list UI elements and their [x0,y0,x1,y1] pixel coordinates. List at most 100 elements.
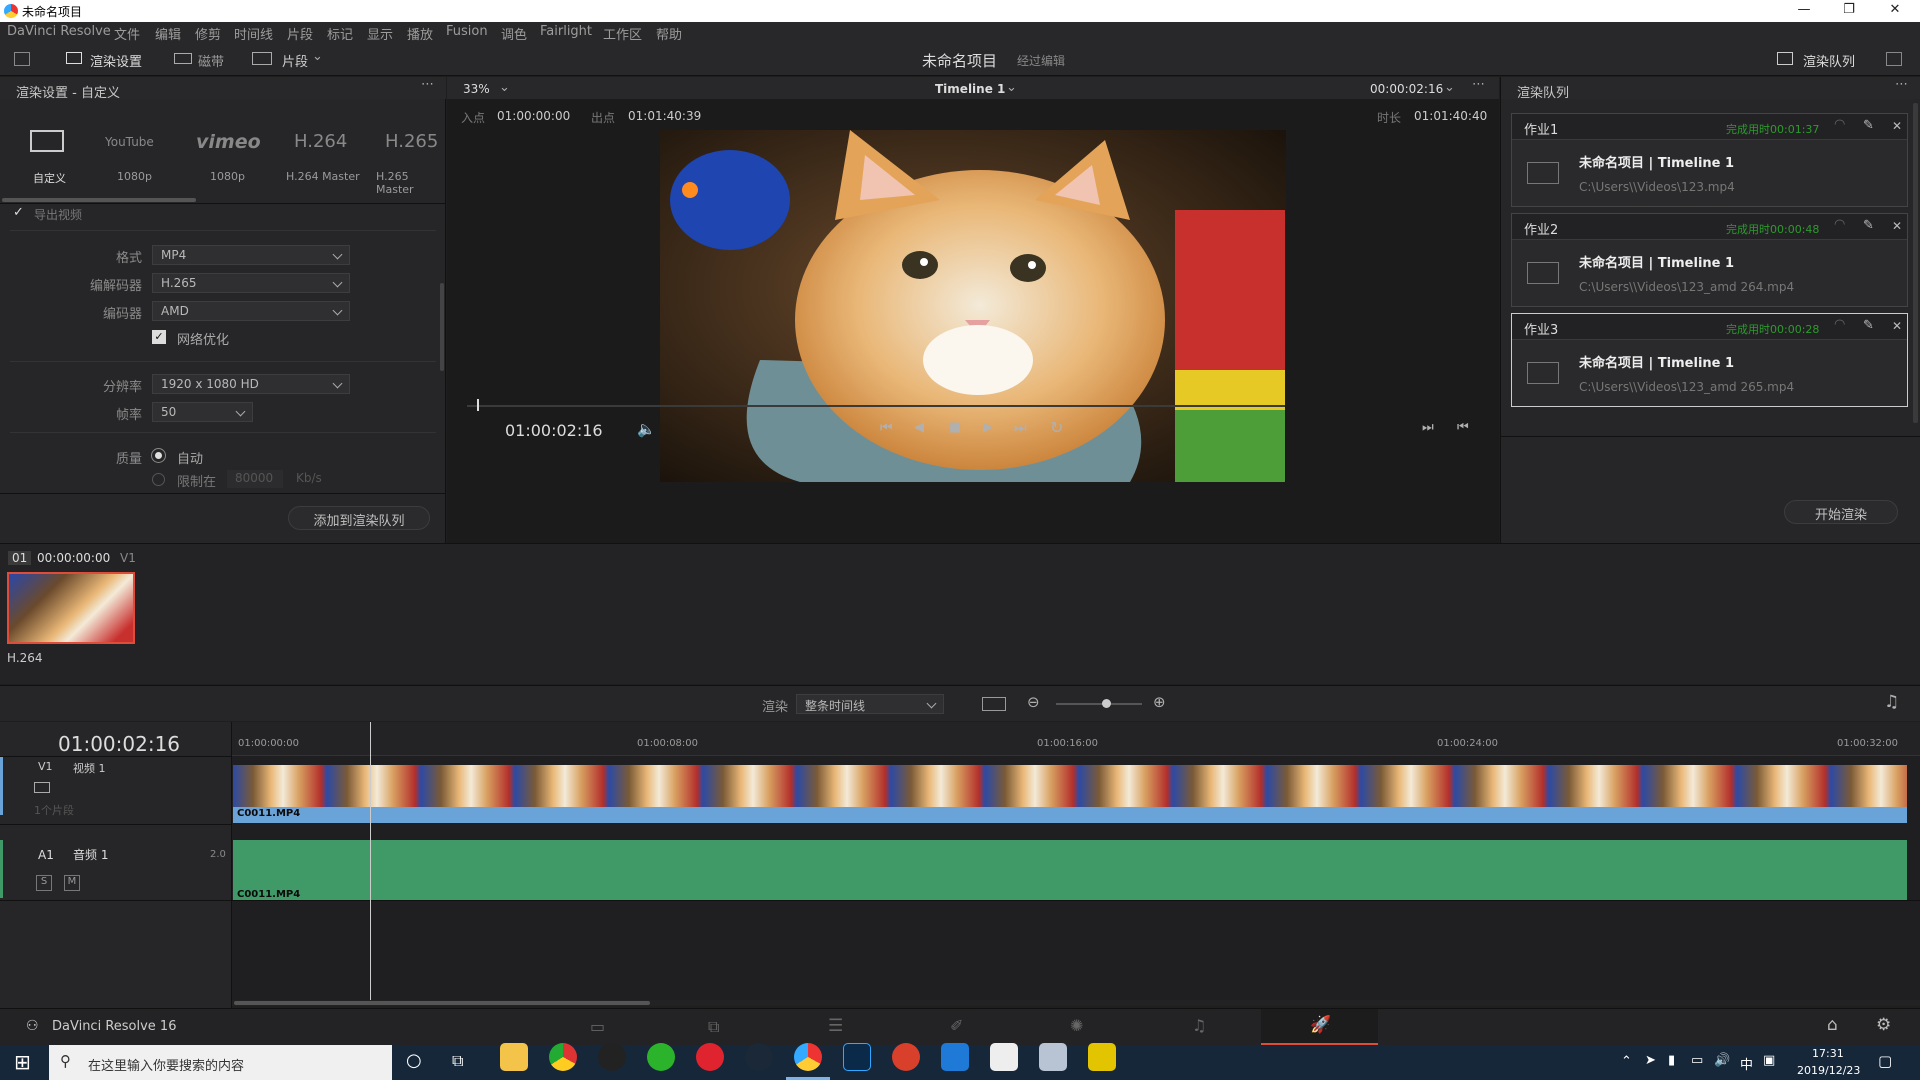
clip-thumbnail[interactable] [7,572,135,644]
tray-send-icon[interactable]: ➤ [1645,1053,1656,1068]
solo-button[interactable]: S [36,875,52,891]
home-icon[interactable]: ⌂ [1827,1015,1838,1035]
viewer-playhead[interactable] [476,399,479,411]
settings-gear-icon[interactable]: ⚙ [1876,1015,1891,1035]
tray-network-icon[interactable]: ▭ [1691,1053,1703,1068]
cortana-icon[interactable]: ○ [406,1050,422,1071]
render-job[interactable]: 作业1 完成用时00:01:37 ◠ ✎ ✕ 未命名项目 | Timeline … [1511,113,1908,207]
rocket-icon[interactable]: 🚀 [1310,1015,1331,1035]
loop-icon[interactable]: ↻ [1050,418,1063,437]
render-settings-tab[interactable]: 渲染设置 [90,51,142,70]
cut-page-icon[interactable]: ⧉ [708,1017,719,1037]
steam-icon[interactable] [745,1043,773,1071]
menu-file[interactable]: 文件 [114,24,140,43]
zoom-out-icon[interactable]: ⊖ [1027,693,1040,711]
render-job-selected[interactable]: 作业3 完成用时00:00:28 ◠ ✎ ✕ 未命名项目 | Timeline … [1511,313,1908,407]
quality-limit-radio[interactable] [152,473,165,486]
menu-view[interactable]: 显示 [367,24,393,43]
export-video-checkbox[interactable]: ✓ [13,205,24,220]
zoom-level[interactable]: 33% [463,82,490,96]
prev-clip-icon[interactable]: ⏮ [1457,420,1469,435]
v1-clip-thumbnails[interactable] [233,765,1907,807]
timecode-chevron-icon[interactable]: ⌄ [1444,80,1455,95]
chevron-down-icon[interactable]: ⌄ [312,49,323,64]
start-render-button[interactable]: 开始渲染 [1784,500,1898,524]
music-note-icon[interactable]: ♫ [1884,692,1899,712]
settings-scrollbar[interactable] [440,283,444,371]
media-page-icon[interactable]: ▭ [590,1017,605,1036]
menu-edit[interactable]: 编辑 [155,24,181,43]
app-icon[interactable] [1088,1043,1116,1071]
menu-playback[interactable]: 播放 [407,24,433,43]
mute-button[interactable]: M [64,875,80,891]
chrome-icon[interactable] [549,1043,577,1071]
viewer-scrubber-track[interactable] [467,405,1285,407]
v1-clip-bar[interactable] [233,807,1907,823]
add-to-render-queue-button[interactable]: 添加到渲染队列 [288,506,430,530]
file-explorer-icon[interactable] [500,1043,528,1071]
close-button[interactable]: ✕ [1886,2,1904,20]
vscode-icon[interactable] [941,1043,969,1071]
menu-help[interactable]: 帮助 [656,24,682,43]
a1-clip[interactable] [233,840,1907,900]
windows-start-icon[interactable]: ⊞ [14,1050,31,1074]
zoom-slider[interactable] [1056,703,1142,705]
ime-indicator[interactable]: 中 [1740,1054,1753,1073]
quality-auto-radio[interactable] [152,449,165,462]
menu-trim[interactable]: 修剪 [195,24,221,43]
disk-tab[interactable]: 磁带 [198,51,224,70]
encoder-select[interactable]: AMD [152,301,350,321]
photoshop-icon[interactable] [843,1043,871,1071]
go-to-end-icon[interactable]: ⏭ [1014,420,1027,436]
timeline-playhead[interactable] [369,722,371,1000]
render-job[interactable]: 作业2 完成用时00:00:48 ◠ ✎ ✕ 未命名项目 | Timeline … [1511,213,1908,307]
preset-h265[interactable]: H.265 [385,131,438,152]
edit-page-icon[interactable]: ☰ [828,1016,843,1036]
netease-music-icon[interactable] [696,1043,724,1071]
davinci-taskbar-icon[interactable] [794,1043,822,1071]
format-select[interactable]: MP4 [152,245,350,265]
go-to-start-icon[interactable]: ⏮ [880,420,893,436]
preset-h264[interactable]: H.264 [294,131,347,152]
delete-job-icon[interactable]: ✕ [1892,319,1902,333]
maximize-button[interactable]: ❐ [1840,2,1858,20]
bitrate-input[interactable]: 80000 [227,470,283,488]
delete-job-icon[interactable]: ✕ [1892,219,1902,233]
next-clip-icon[interactable]: ⏭ [1422,420,1434,435]
play-icon[interactable]: ▶ [983,420,993,435]
render-range-select[interactable]: 整条时间线 [796,694,944,714]
taskbar-search-input[interactable]: 在这里输入你要搜索的内容 [88,1055,244,1074]
preset-vimeo[interactable]: vimeo [196,131,261,153]
play-reverse-icon[interactable]: ◀ [914,420,924,435]
more-options-icon[interactable]: ⋯ [1895,77,1908,92]
zoom-in-icon[interactable]: ⊕ [1153,693,1166,711]
minimize-button[interactable]: — [1795,2,1813,20]
edit-job-icon[interactable]: ✎ [1863,218,1874,233]
volume-icon[interactable]: 🔈 [637,420,656,438]
notification-icon[interactable]: ▢ [1878,1052,1892,1070]
menu-clip[interactable]: 片段 [287,24,313,43]
wechat-icon[interactable] [647,1043,675,1071]
timeline-scrollbar-thumb[interactable] [234,1001,650,1005]
zoom-slider-handle[interactable] [1102,699,1111,708]
codec-select[interactable]: H.265 [152,273,350,293]
clips-tab[interactable]: 片段 [282,51,308,70]
resolution-select[interactable]: 1920 x 1080 HD [152,374,350,394]
zoom-chevron-icon[interactable]: ⌄ [499,80,510,95]
stop-icon[interactable]: ■ [949,420,961,435]
framerate-select[interactable]: 50 [152,402,253,422]
qq-icon[interactable] [598,1043,626,1071]
store-icon[interactable] [990,1043,1018,1071]
edit-job-icon[interactable]: ✎ [1863,118,1874,133]
color-page-icon[interactable]: ✺ [1070,1016,1083,1035]
timeline-chevron-icon[interactable]: ⌄ [1006,80,1017,95]
menu-workspace[interactable]: 工作区 [603,24,642,43]
tray-volume-icon[interactable]: 🔊 [1714,1053,1730,1068]
fairlight-page-icon[interactable]: ♫ [1192,1016,1206,1035]
menu-color[interactable]: 调色 [501,24,527,43]
app-icon[interactable] [1039,1043,1067,1071]
preset-youtube[interactable]: YouTube [105,135,154,149]
delete-job-icon[interactable]: ✕ [1892,119,1902,133]
more-options-icon[interactable]: ⋯ [421,77,434,92]
network-optimize-checkbox[interactable]: ✓ [152,330,166,344]
